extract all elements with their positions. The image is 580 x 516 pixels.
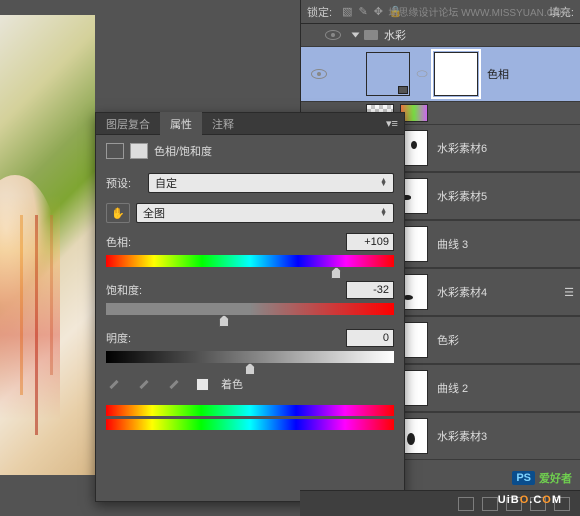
watermark-text: 填思缘设计论坛 WWW.MISSYUAN.COM — [388, 4, 570, 19]
adjustment-type-icon — [106, 143, 124, 159]
layer-name: 水彩素材4 — [437, 284, 564, 300]
layer-group-row[interactable]: 水彩 — [301, 24, 580, 46]
clip-icon[interactable] — [458, 497, 474, 511]
mask-type-icon — [130, 143, 148, 159]
sat-slider-row: 饱和度: -32 — [106, 281, 394, 315]
watermark-uibo: UiBO.COM — [498, 490, 562, 506]
adjustment-thumb[interactable] — [366, 52, 410, 96]
color-range-bars — [106, 405, 394, 430]
hue-slider-row: 色相: +109 — [106, 233, 394, 267]
prev-state-icon[interactable] — [482, 497, 498, 511]
tab-properties[interactable]: 属性 — [160, 112, 202, 136]
layer-name: 水彩素材5 — [437, 188, 580, 204]
layer-name: 水彩素材6 — [437, 140, 580, 156]
layer-name: 水彩素材3 — [437, 428, 580, 444]
layer-name: 色彩 — [437, 332, 580, 348]
slider-thumb-icon[interactable] — [331, 267, 341, 279]
preset-select[interactable]: 自定 ▲▼ — [148, 173, 394, 193]
ps-badge: PS — [512, 471, 535, 485]
link-icon[interactable]: ⬭ — [416, 66, 427, 82]
preset-label: 预设: — [106, 175, 142, 191]
rainbow-bar-top[interactable] — [106, 405, 394, 416]
colorize-label: 着色 — [221, 376, 243, 392]
sat-slider[interactable] — [106, 303, 394, 315]
layer-row-active[interactable]: ⬭ 色相 — [301, 46, 580, 102]
sat-label: 饱和度: — [106, 282, 142, 298]
logo-text: 爱好者 — [539, 470, 572, 486]
tab-notes[interactable]: 注释 — [202, 112, 244, 136]
eyedropper-row: 着色 — [106, 375, 394, 393]
bri-slider[interactable] — [106, 351, 394, 363]
properties-header: 色相/饱和度 — [96, 135, 404, 167]
group-name: 水彩 — [384, 27, 406, 43]
canvas-preview — [0, 15, 95, 475]
hand-tool-icon[interactable]: ✋ — [106, 203, 130, 223]
watermark-logo: PS 爱好者 — [512, 470, 572, 486]
folder-icon — [364, 30, 378, 40]
preset-value: 自定 — [155, 175, 177, 191]
range-value: 全图 — [143, 205, 165, 221]
lock-paint-icon[interactable]: ✎ — [358, 5, 367, 18]
expand-icon[interactable] — [352, 33, 360, 38]
visibility-icon[interactable] — [311, 69, 327, 79]
layer-name: 色相 — [487, 66, 580, 82]
properties-panel: 图层复合 属性 注释 ▾≡ 色相/饱和度 预设: 自定 ▲▼ ✋ 全图 ▲▼ 色… — [95, 112, 405, 502]
rainbow-bar-bottom[interactable] — [106, 419, 394, 430]
eyedropper-add-icon[interactable] — [136, 375, 154, 393]
lock-trans-icon[interactable]: ▧ — [342, 5, 352, 18]
mask-thumb[interactable] — [434, 52, 478, 96]
visibility-icon[interactable] — [325, 30, 341, 40]
eyedropper-icon[interactable] — [106, 375, 124, 393]
sat-value-input[interactable]: -32 — [346, 281, 394, 299]
hue-value-input[interactable]: +109 — [346, 233, 394, 251]
smart-badge-icon — [398, 86, 408, 94]
layer-name: 曲线 3 — [437, 236, 580, 252]
lock-pos-icon[interactable]: ✥ — [374, 5, 383, 18]
colorize-checkbox[interactable] — [196, 378, 209, 391]
bri-value-input[interactable]: 0 — [346, 329, 394, 347]
panel-menu-icon[interactable]: ▾≡ — [384, 117, 400, 130]
range-select[interactable]: 全图 ▲▼ — [136, 203, 394, 223]
tab-layer-comp[interactable]: 图层复合 — [96, 112, 160, 136]
bri-slider-row: 明度: 0 — [106, 329, 394, 363]
layer-name: 曲线 2 — [437, 380, 580, 396]
eyedropper-sub-icon[interactable] — [166, 375, 184, 393]
properties-title: 色相/饱和度 — [154, 143, 212, 159]
bri-label: 明度: — [106, 330, 131, 346]
dropdown-icon: ▲▼ — [380, 179, 387, 187]
hue-slider[interactable] — [106, 255, 394, 267]
filter-badge-icon: ☰ — [564, 286, 574, 299]
dropdown-icon: ▲▼ — [380, 209, 387, 217]
hue-label: 色相: — [106, 234, 131, 250]
slider-thumb-icon[interactable] — [219, 315, 229, 327]
slider-thumb-icon[interactable] — [245, 363, 255, 375]
lock-label: 锁定: — [307, 4, 332, 20]
panel-tabs: 图层复合 属性 注释 ▾≡ — [96, 113, 404, 135]
